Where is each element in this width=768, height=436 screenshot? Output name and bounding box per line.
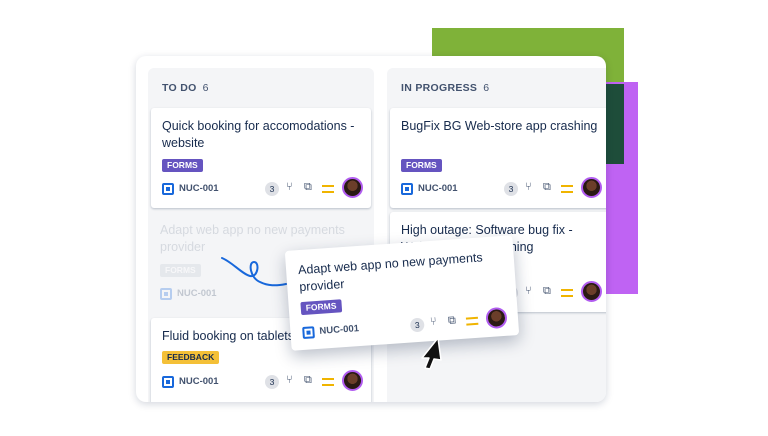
kanban-board: TO DO 6 Quick booking for accomodations -…	[136, 56, 606, 402]
column-todo: TO DO 6 Quick booking for accomodations -…	[148, 68, 374, 402]
estimate-badge: 3	[409, 317, 425, 333]
estimate-badge: 3	[265, 375, 279, 389]
label-badge: FORMS	[162, 159, 203, 172]
estimate-badge: 3	[504, 182, 518, 196]
priority-medium-icon	[561, 185, 573, 193]
cursor-icon	[421, 337, 442, 370]
card-footer: NUC-001 3 ⑂ ⧉	[162, 370, 363, 391]
card-footer: NUC-001 3 ⑂ ⧉	[162, 177, 363, 198]
priority-medium-icon	[322, 378, 334, 386]
task-icon	[162, 183, 174, 195]
estimate-badge: 3	[265, 182, 279, 196]
column-header: TO DO 6	[162, 82, 209, 94]
task-icon	[302, 326, 315, 340]
drag-motion-squiggle	[221, 257, 287, 287]
issue-key[interactable]: NUC-001	[418, 183, 458, 194]
avatar[interactable]	[485, 306, 508, 330]
priority-medium-icon	[465, 316, 479, 326]
hierarchy-icon: ⧉	[304, 181, 312, 193]
task-icon	[401, 183, 413, 195]
card-footer: NUC-001 3 ⑂ ⧉	[302, 306, 513, 341]
issue-key[interactable]: NUC-001	[179, 183, 219, 194]
avatar[interactable]	[581, 281, 602, 302]
column-count: 6	[483, 82, 490, 94]
task-icon	[162, 376, 174, 388]
issue-key[interactable]: NUC-001	[319, 323, 359, 337]
label-badge: FORMS	[300, 299, 342, 316]
avatar[interactable]	[581, 177, 602, 198]
hierarchy-icon: ⧉	[304, 374, 312, 386]
hierarchy-icon: ⧉	[543, 285, 551, 297]
issue-key[interactable]: NUC-001	[179, 376, 219, 387]
placeholder-badge: FORMS	[160, 264, 201, 277]
priority-medium-icon	[561, 289, 573, 297]
branch-icon: ⑂	[286, 374, 293, 386]
issue-key: NUC-001	[177, 288, 217, 299]
column-header: IN PROGRESS 6	[401, 82, 489, 94]
column-title: IN PROGRESS	[401, 82, 478, 94]
issue-card[interactable]: BugFix BG Web-store app crashing FORMS N…	[390, 108, 606, 208]
branch-icon: ⑂	[525, 285, 532, 297]
branch-icon: ⑂	[429, 315, 438, 329]
branch-icon: ⑂	[286, 181, 293, 193]
avatar[interactable]	[342, 177, 363, 198]
column-title: TO DO	[162, 82, 197, 94]
task-icon	[160, 288, 172, 300]
avatar[interactable]	[342, 370, 363, 391]
label-badge: FEEDBACK	[162, 351, 220, 364]
dragging-issue-card[interactable]: Adapt web app no new payments provider F…	[284, 235, 520, 351]
board-illustration: TO DO 6 Quick booking for accomodations -…	[0, 0, 768, 436]
card-title: Adapt web app no new payments provider	[297, 250, 484, 295]
priority-medium-icon	[322, 185, 334, 193]
card-title: Quick booking for accomodations - websit…	[162, 119, 355, 150]
branch-icon: ⑂	[525, 181, 532, 193]
hierarchy-icon: ⧉	[543, 181, 551, 193]
card-footer: NUC-001 3 ⑂ ⧉	[401, 177, 602, 198]
issue-card[interactable]: Quick booking for accomodations - websit…	[151, 108, 371, 208]
label-badge: FORMS	[401, 159, 442, 172]
card-title: BugFix BG Web-store app crashing	[401, 119, 598, 133]
column-count: 6	[202, 82, 209, 94]
hierarchy-icon: ⧉	[447, 314, 457, 327]
